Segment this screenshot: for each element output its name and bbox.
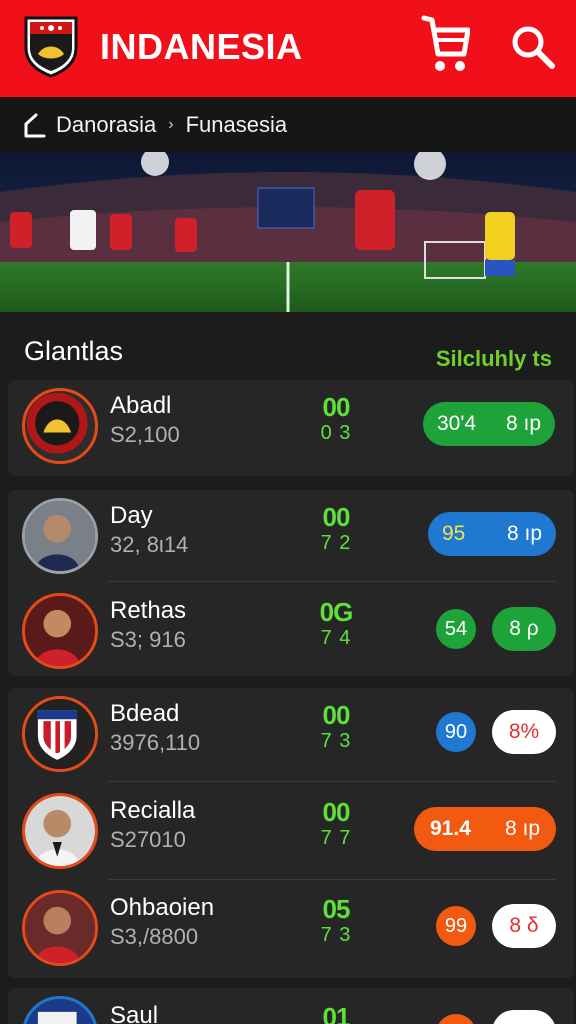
player-card: Bdead 3976,110 00 7 3 90 8% Recialla S27… [8, 688, 574, 978]
rating-value: 90 [436, 712, 476, 752]
list-item[interactable]: Recialla S27010 00 7 7 91.4 8 ıp [8, 785, 574, 881]
app-header: INDANESIA [0, 0, 576, 97]
score-bottom: 7 3 [320, 730, 352, 752]
player-avatar [22, 890, 98, 966]
rating-unit: 8 ıp [506, 522, 542, 545]
app-title: INDANESIA [100, 26, 303, 67]
team-crest-avatar [22, 996, 98, 1024]
score-bottom: 0 3 [320, 422, 352, 444]
player-value: S3,/8800 [110, 924, 199, 949]
home-icon[interactable] [22, 112, 48, 138]
player-avatar [22, 793, 98, 869]
hero-stadium-image [0, 152, 576, 312]
rating-unit: 8 ıp [505, 412, 541, 435]
breadcrumb-item[interactable]: Danorasia [56, 112, 156, 138]
rating-pill[interactable]: 91.4 8 ıp [414, 807, 556, 851]
shopping-cart-icon[interactable] [420, 14, 470, 76]
club-crest-icon[interactable] [22, 14, 80, 78]
divider [108, 581, 556, 582]
score-bottom: 7 7 [320, 827, 352, 849]
rating-pill[interactable]: 30'4 8 ıp [423, 402, 555, 446]
player-avatar [22, 498, 98, 574]
breadcrumb-separator: › [168, 115, 174, 133]
player-card: Saul 01 [8, 988, 574, 1024]
rating-unit: 8 ıp [504, 817, 540, 840]
rating-pill[interactable]: 95 8 ıp [428, 512, 556, 556]
rating-value: 95 [442, 522, 466, 545]
player-value: 32, 8ι14 [110, 532, 189, 557]
team-crest-avatar [22, 696, 98, 772]
list-item[interactable]: Day 32, 8ι14 00 7 2 95 8 ıp [8, 490, 574, 586]
score-top: 00 [322, 797, 351, 827]
score-top: 00 [322, 502, 351, 532]
list-item[interactable]: Ohbaoien S3,/8800 05 7 3 99 8 δ [8, 882, 574, 978]
player-value: S3; 916 [110, 627, 186, 652]
score-top: 00 [322, 392, 351, 422]
list-item[interactable]: Rethas S3; 916 0G 7 4 54 8 ρ [8, 585, 574, 681]
search-icon[interactable] [510, 24, 556, 70]
list-item[interactable]: Bdead 3976,110 00 7 3 90 8% [8, 688, 574, 784]
score-bottom: 7 4 [320, 627, 352, 649]
divider [108, 879, 556, 880]
player-value: 3976,110 [110, 730, 201, 755]
rating-unit[interactable]: 8 ρ [492, 607, 556, 651]
player-name: Bdead [110, 700, 180, 727]
section-title: Glantlas [24, 336, 124, 366]
score-top: 05 [322, 894, 351, 924]
rating-unit[interactable]: 8 δ [492, 904, 556, 948]
score-top: 0G [319, 597, 354, 627]
player-name: Ohbaoien [110, 894, 215, 921]
player-name: Day [110, 502, 153, 529]
player-card: Abadl S2,100 00 0 3 30'4 8 ıp [8, 380, 574, 476]
rating-indicator [436, 1014, 476, 1024]
rating-value: 30'4 [437, 412, 477, 435]
rating-value: 91.4 [430, 817, 471, 840]
breadcrumb: Danorasia › Funasesia [0, 97, 576, 152]
player-name: Recialla [110, 797, 196, 824]
list-item[interactable]: Abadl S2,100 00 0 3 30'4 8 ıp [8, 380, 574, 476]
divider [108, 781, 556, 782]
section-link[interactable]: Silcluhly ts [436, 346, 552, 372]
score-bottom: 7 2 [320, 532, 352, 554]
player-name: Rethas [110, 597, 187, 624]
player-value: S27010 [110, 827, 186, 852]
player-card: Day 32, 8ι14 00 7 2 95 8 ıp Rethas S3; 9… [8, 490, 574, 676]
breadcrumb-item[interactable]: Funasesia [186, 112, 288, 138]
rating-value: 54 [436, 609, 476, 649]
player-value: S2,100 [110, 422, 180, 447]
score-bottom: 7 3 [320, 924, 352, 946]
rating-unit[interactable]: 8% [492, 710, 556, 754]
rating-pill[interactable] [492, 1010, 556, 1024]
score-top: 01 [322, 1002, 351, 1024]
score-top: 00 [322, 700, 351, 730]
list-item[interactable]: Saul 01 [8, 988, 574, 1024]
player-avatar [22, 593, 98, 669]
team-crest-avatar [22, 388, 98, 464]
player-name: Saul [110, 1002, 159, 1024]
rating-value: 99 [436, 906, 476, 946]
player-name: Abadl [110, 392, 172, 419]
